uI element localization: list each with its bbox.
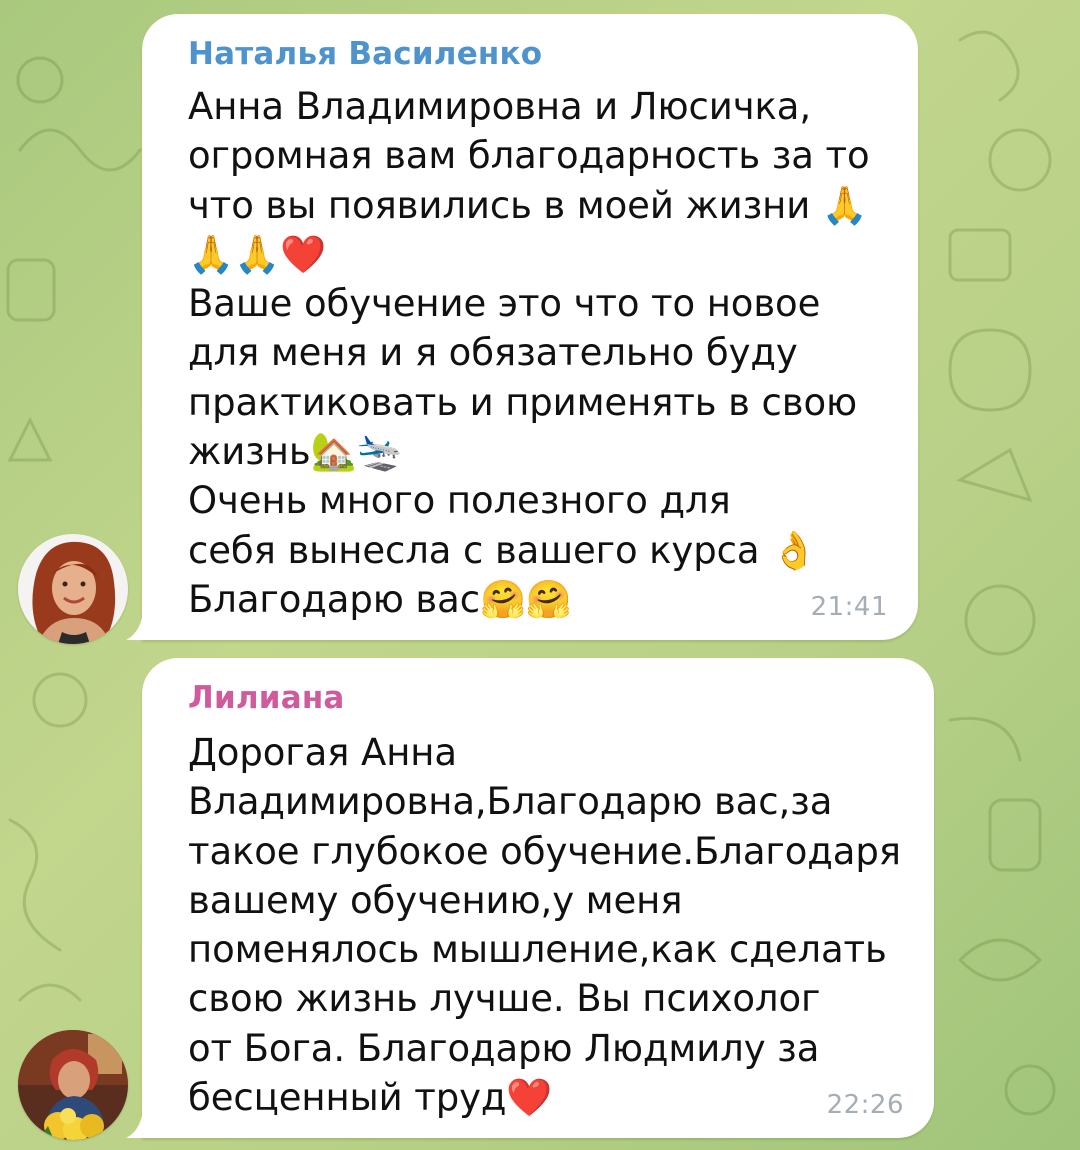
- message-bubble[interactable]: Наталья Василенко Анна Владимировна и Лю…: [126, 14, 918, 640]
- woman-with-flowers-avatar-icon: [18, 1030, 128, 1140]
- message-text: Анна Владимировна и Люсичка, огромная ва…: [188, 85, 870, 621]
- message-time: 21:41: [810, 592, 888, 622]
- message-row: Наталья Василенко Анна Владимировна и Лю…: [0, 14, 1080, 644]
- bubble-tail: [126, 618, 142, 640]
- sender-name[interactable]: Лилиана: [188, 680, 345, 716]
- message-time: 22:26: [826, 1090, 904, 1120]
- message-row: Лилиана Дорогая Анна Владимировна,Благод…: [0, 658, 1080, 1140]
- avatar[interactable]: [18, 534, 128, 644]
- message-bubble[interactable]: Лилиана Дорогая Анна Владимировна,Благод…: [126, 658, 934, 1138]
- woman-portrait-avatar-icon: [18, 534, 128, 644]
- sender-name[interactable]: Наталья Василенко: [188, 36, 542, 72]
- bubble-tail: [126, 1116, 142, 1138]
- message-text: Дорогая Анна Владимировна,Благодарю вас,…: [188, 731, 901, 1120]
- avatar[interactable]: [18, 1030, 128, 1140]
